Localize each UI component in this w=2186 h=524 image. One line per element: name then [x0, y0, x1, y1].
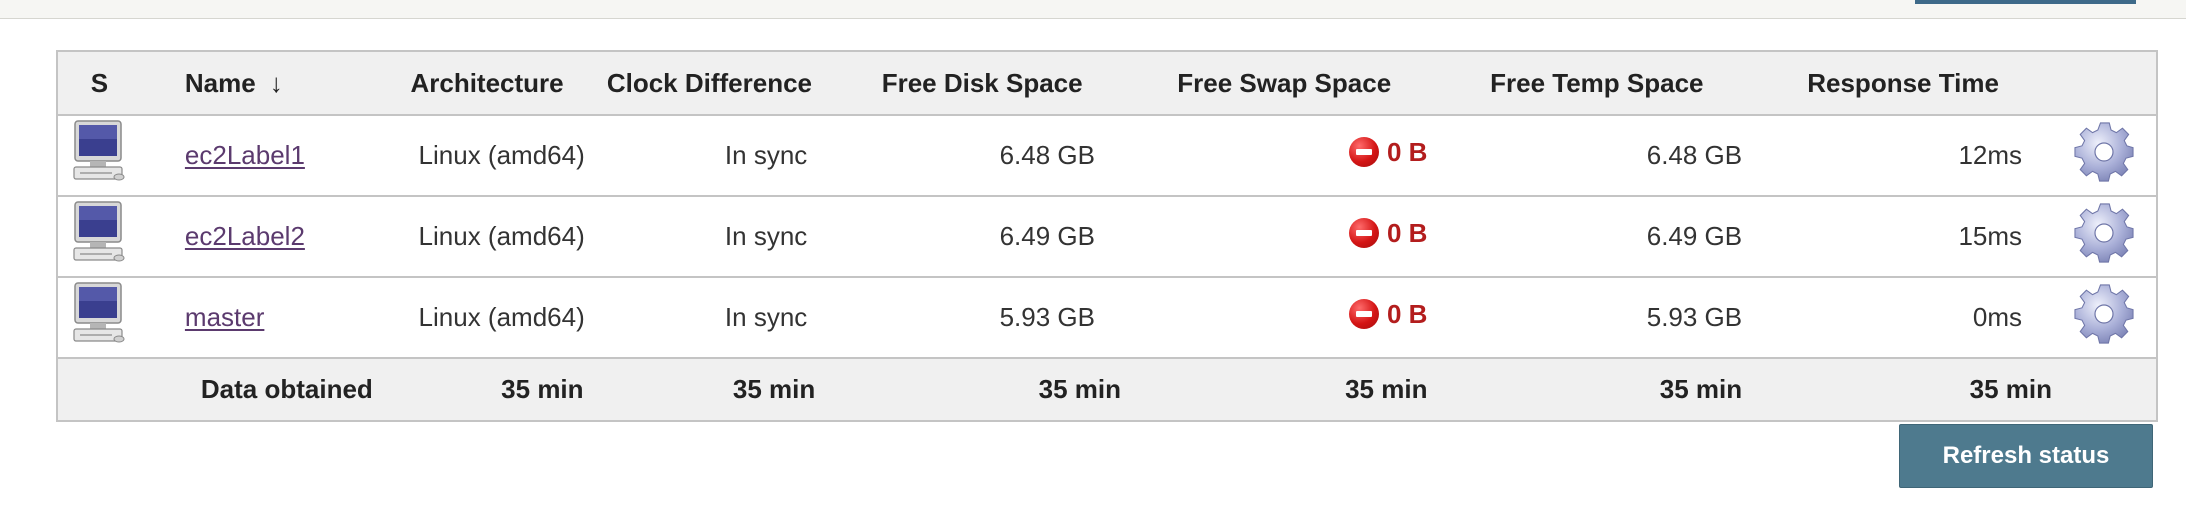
stop-icon: [1349, 299, 1379, 330]
footer-empty: [57, 358, 141, 421]
refresh-status-button[interactable]: Refresh status: [1899, 424, 2153, 488]
swap-value: 0 B: [1387, 136, 1428, 167]
header-architecture[interactable]: Architecture: [390, 51, 584, 116]
free-swap-space-cell: 0 B: [1128, 196, 1440, 278]
free-temp-space-cell: 6.49 GB: [1439, 196, 1755, 278]
header-response-time[interactable]: Response Time: [1754, 51, 2053, 116]
actions-cell: [2052, 115, 2157, 197]
actions-cell: [2052, 277, 2157, 359]
table-row: ec2Label2 Linux (amd64) In sync 6.49 GB …: [57, 196, 2157, 278]
header-free-disk-space[interactable]: Free Disk Space: [835, 51, 1129, 116]
computer-icon[interactable]: [72, 119, 126, 192]
footer-label: Data obtained: [140, 358, 391, 421]
sort-down-icon: ↓: [269, 67, 283, 98]
header-name-label: Name: [184, 67, 256, 98]
free-disk-space-cell: 6.49 GB: [835, 196, 1129, 278]
free-swap-space-cell: 0 B: [1128, 277, 1440, 359]
nodes-table: S Name ↓ Architecture Clock Difference Fr…: [56, 50, 2158, 422]
status-cell: [57, 115, 141, 197]
clock-difference-cell: In sync: [583, 115, 836, 197]
footer-clock-difference: 35 min: [583, 358, 836, 421]
top-link-underline: [1915, 0, 2136, 4]
header-free-temp-space[interactable]: Free Temp Space: [1439, 51, 1755, 116]
header-free-swap-space[interactable]: Free Swap Space: [1128, 51, 1440, 116]
header-name[interactable]: Name ↓: [140, 51, 391, 116]
gear-icon[interactable]: [2072, 282, 2136, 353]
computer-icon[interactable]: [72, 281, 126, 354]
free-swap-space-cell: 0 B: [1128, 115, 1440, 197]
swap-value: 0 B: [1387, 298, 1428, 329]
free-disk-space-cell: 5.93 GB: [835, 277, 1129, 359]
gear-icon[interactable]: [2072, 201, 2136, 272]
response-time-cell: 12ms: [1754, 115, 2053, 197]
stop-icon: [1349, 218, 1379, 249]
footer-response-time: 35 min: [1754, 358, 2053, 421]
node-link[interactable]: ec2Label1: [185, 140, 305, 170]
name-cell: ec2Label1: [140, 115, 391, 197]
free-disk-space-cell: 6.48 GB: [835, 115, 1129, 197]
response-time-cell: 0ms: [1754, 277, 2053, 359]
swap-warning: 0 B: [1349, 299, 1427, 330]
name-cell: ec2Label2: [140, 196, 391, 278]
header-clock-difference[interactable]: Clock Difference: [583, 51, 836, 116]
architecture-cell: Linux (amd64): [390, 115, 585, 197]
architecture-cell: Linux (amd64): [390, 277, 585, 359]
footer-architecture: 35 min: [390, 358, 584, 421]
status-cell: [57, 196, 141, 278]
swap-value: 0 B: [1387, 217, 1428, 248]
swap-warning: 0 B: [1349, 218, 1427, 249]
table-row: ec2Label1 Linux (amd64) In sync 6.48 GB …: [57, 115, 2157, 197]
stop-icon: [1349, 137, 1379, 168]
actions-cell: [2052, 196, 2157, 278]
free-temp-space-cell: 6.48 GB: [1439, 115, 1755, 197]
header-status[interactable]: S: [57, 51, 141, 116]
name-cell: master: [140, 277, 391, 359]
free-temp-space-cell: 5.93 GB: [1439, 277, 1755, 359]
header-actions: [2052, 51, 2157, 116]
node-link[interactable]: ec2Label2: [185, 221, 305, 251]
swap-warning: 0 B: [1349, 137, 1427, 168]
clock-difference-cell: In sync: [583, 277, 836, 359]
clock-difference-cell: In sync: [583, 196, 836, 278]
footer-empty-end: [2052, 358, 2157, 421]
footer-free-disk-space: 35 min: [835, 358, 1129, 421]
footer-free-swap-space: 35 min: [1128, 358, 1440, 421]
header-row: S Name ↓ Architecture Clock Difference Fr…: [57, 51, 2157, 116]
top-bar: [0, 0, 2186, 19]
status-cell: [57, 277, 141, 359]
gear-icon[interactable]: [2072, 120, 2136, 191]
computer-icon[interactable]: [72, 200, 126, 273]
footer-row: Data obtained 35 min 35 min 35 min 35 mi…: [57, 358, 2157, 421]
node-link[interactable]: master: [185, 302, 264, 332]
architecture-cell: Linux (amd64): [390, 196, 585, 278]
response-time-cell: 15ms: [1754, 196, 2053, 278]
footer-free-temp-space: 35 min: [1439, 358, 1755, 421]
table-row: master Linux (amd64) In sync 5.93 GB 0 B…: [57, 277, 2157, 359]
